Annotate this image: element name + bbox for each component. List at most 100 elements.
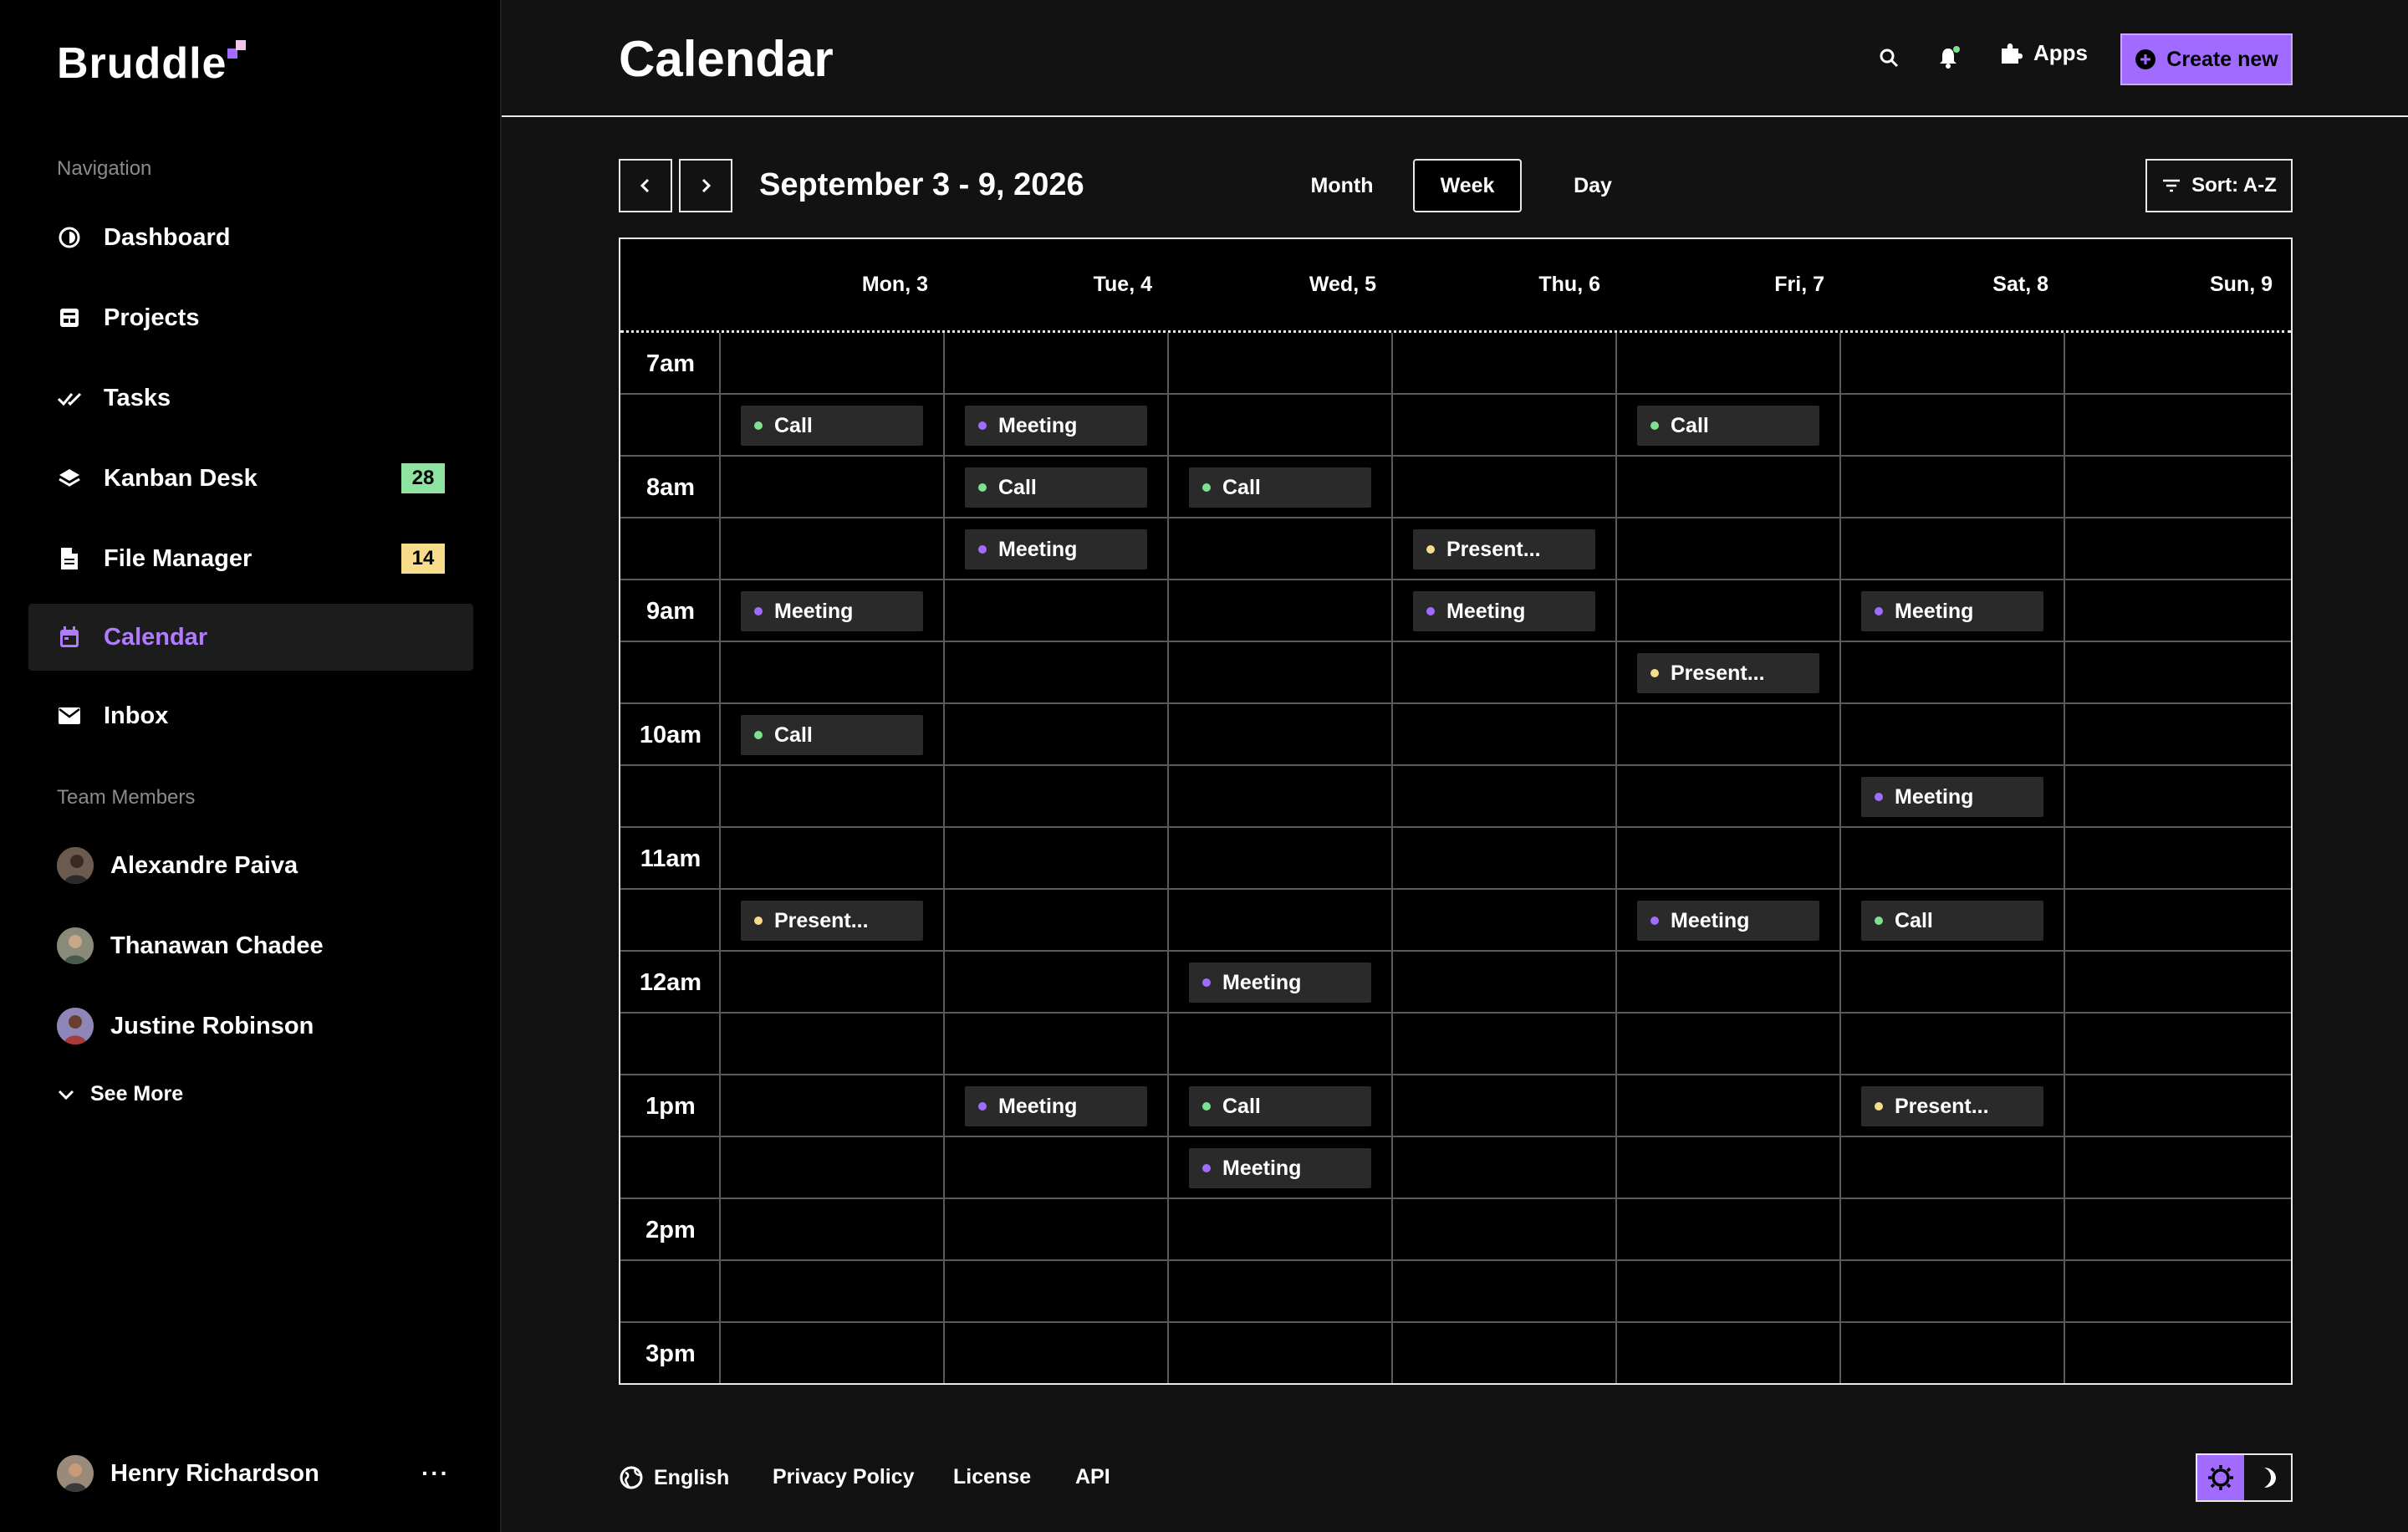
- more-options-icon[interactable]: ···: [421, 1460, 450, 1487]
- calendar-event[interactable]: Meeting: [741, 591, 923, 631]
- time-label: 1pm: [645, 1092, 696, 1120]
- event-label: Call: [998, 475, 1037, 499]
- column-divider: [2064, 333, 2065, 1383]
- avatar: [57, 1455, 94, 1492]
- see-more-button[interactable]: See More: [57, 1082, 183, 1106]
- api-link[interactable]: API: [1075, 1465, 1110, 1489]
- calendar-event[interactable]: Meeting: [1413, 591, 1595, 631]
- tab-month[interactable]: Month: [1288, 159, 1396, 212]
- calendar-toolbar: September 3 - 9, 2026 Month Week Day Sor…: [619, 159, 2293, 212]
- privacy-policy-link[interactable]: Privacy Policy: [773, 1465, 915, 1489]
- logo-mark-icon: [227, 40, 246, 59]
- language-selector[interactable]: English: [619, 1465, 729, 1490]
- calendar-event[interactable]: Meeting: [965, 529, 1147, 569]
- sidebar-item-projects[interactable]: Projects: [28, 284, 473, 351]
- create-new-button[interactable]: Create new: [2120, 33, 2293, 85]
- calendar-event[interactable]: Call: [1189, 1086, 1371, 1126]
- sidebar-item-label: Calendar: [104, 623, 208, 651]
- next-week-button[interactable]: [679, 159, 732, 212]
- time-label: [620, 642, 721, 704]
- time-label: [620, 395, 721, 457]
- avatar: [57, 847, 94, 884]
- event-dot-icon: [1875, 607, 1883, 615]
- footer: English Privacy Policy License API: [619, 1453, 2293, 1504]
- calendar-event[interactable]: Present...: [1637, 653, 1819, 693]
- event-dot-icon: [1202, 483, 1211, 492]
- calendar-event[interactable]: Call: [1861, 901, 2043, 941]
- calendar-event[interactable]: Call: [741, 715, 923, 755]
- sidebar-item-kanban-desk[interactable]: Kanban Desk 28: [28, 445, 473, 512]
- event-dot-icon: [978, 1102, 987, 1111]
- team-member-justine-robinson[interactable]: Justine Robinson: [57, 1005, 314, 1047]
- day-header-row: Mon, 3 Tue, 4 Wed, 5 Thu, 6 Fri, 7 Sat, 8 Sun,…: [620, 239, 2291, 333]
- event-label: Meeting: [1671, 908, 1750, 932]
- team-member-alexandre-paiva[interactable]: Alexandre Paiva: [57, 845, 298, 886]
- event-label: Call: [1222, 1094, 1261, 1118]
- notification-bell-icon[interactable]: [1935, 43, 1963, 72]
- apps-button[interactable]: Apps: [1998, 40, 2088, 66]
- column-divider: [1167, 333, 1169, 1383]
- theme-toggle[interactable]: [2196, 1453, 2293, 1502]
- time-label: 3pm: [645, 1340, 696, 1367]
- navigation-label: Navigation: [57, 157, 152, 180]
- event-label: Call: [1895, 908, 1933, 932]
- brand-logo[interactable]: Bruddle: [57, 38, 227, 89]
- event-label: Meeting: [1895, 784, 1974, 809]
- event-dot-icon: [1202, 1164, 1211, 1172]
- member-name: Justine Robinson: [110, 1012, 314, 1039]
- event-dot-icon: [1650, 669, 1659, 677]
- sidebar-item-file-manager[interactable]: File Manager 14: [28, 525, 473, 592]
- search-icon[interactable]: [1875, 43, 1903, 72]
- time-label: 9am: [645, 597, 696, 625]
- event-dot-icon: [1202, 1102, 1211, 1111]
- calendar-event[interactable]: Meeting: [1189, 963, 1371, 1003]
- event-dot-icon: [1202, 978, 1211, 987]
- light-mode-icon[interactable]: [2197, 1455, 2244, 1500]
- sort-button[interactable]: Sort: A-Z: [2145, 159, 2293, 212]
- event-label: Meeting: [998, 537, 1078, 561]
- time-slot-row: 2pm: [620, 1199, 2291, 1261]
- event-label: Call: [774, 413, 813, 437]
- calendar-event[interactable]: Call: [1189, 467, 1371, 508]
- create-new-label: Create new: [2166, 47, 2278, 71]
- calendar-event[interactable]: Meeting: [965, 1086, 1147, 1126]
- event-label: Meeting: [1895, 599, 1974, 623]
- calendar-event[interactable]: Meeting: [1861, 591, 2043, 631]
- chevron-left-icon: [639, 177, 652, 194]
- calendar-event[interactable]: Present...: [1861, 1086, 2043, 1126]
- calendar-event[interactable]: Meeting: [1637, 901, 1819, 941]
- language-label: English: [654, 1465, 730, 1489]
- date-range: September 3 - 9, 2026: [759, 167, 1084, 202]
- day-header: Mon, 3: [861, 273, 928, 296]
- dark-mode-icon[interactable]: [2244, 1455, 2291, 1500]
- calendar-event[interactable]: Present...: [741, 901, 923, 941]
- time-slot-row: 8am: [620, 457, 2291, 518]
- layers-icon: [57, 466, 82, 491]
- calendar-event[interactable]: Present...: [1413, 529, 1595, 569]
- day-header: Sat, 8: [1992, 273, 2048, 296]
- calendar-event[interactable]: Meeting: [1861, 777, 2043, 817]
- time-slot-row: [620, 642, 2291, 704]
- day-header: Wed, 5: [1309, 273, 1376, 296]
- column-divider: [719, 333, 721, 1383]
- sidebar-item-tasks[interactable]: Tasks: [28, 365, 473, 432]
- calendar-event[interactable]: Meeting: [1189, 1148, 1371, 1188]
- event-label: Present...: [774, 908, 869, 932]
- page-title: Calendar: [619, 31, 834, 87]
- previous-week-button[interactable]: [619, 159, 672, 212]
- event-label: Meeting: [998, 413, 1078, 437]
- license-link[interactable]: License: [953, 1465, 1031, 1489]
- calendar-event[interactable]: Call: [741, 406, 923, 446]
- calendar-event[interactable]: Call: [1637, 406, 1819, 446]
- tab-week[interactable]: Week: [1413, 159, 1522, 212]
- event-label: Present...: [1671, 661, 1765, 685]
- mail-icon: [57, 703, 82, 728]
- current-user[interactable]: Henry Richardson ···: [57, 1455, 450, 1492]
- calendar-event[interactable]: Meeting: [965, 406, 1147, 446]
- sidebar-item-dashboard[interactable]: Dashboard: [28, 204, 473, 271]
- tab-day[interactable]: Day: [1538, 159, 1647, 212]
- team-member-thanawan-chadee[interactable]: Thanawan Chadee: [57, 925, 324, 967]
- sidebar-item-inbox[interactable]: Inbox: [28, 682, 473, 749]
- sidebar-item-calendar[interactable]: Calendar: [28, 604, 473, 671]
- calendar-event[interactable]: Call: [965, 467, 1147, 508]
